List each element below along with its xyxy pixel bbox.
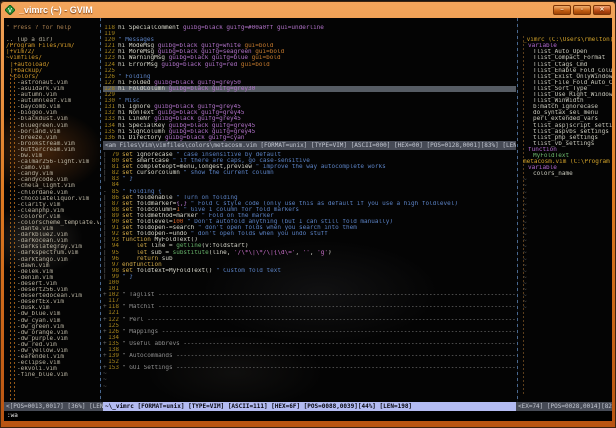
editor-pane-vimrc[interactable]: | 79 set ignorecase " case insensitive by … [103, 150, 516, 402]
code-line: ~ [103, 383, 107, 390]
status-row: <[POS=0013,0017] [36%] [LEN=145] ~\_vimr… [4, 402, 612, 411]
statusline-metacosm: <am Files\Vim\vimfiles\colors\metacosm.v… [103, 141, 516, 150]
command-line[interactable]: :wa [4, 411, 612, 421]
minimize-button[interactable]: – [553, 4, 571, 15]
title-bar[interactable]: V _vimrc (~) - GVIM – ▫ ✕ [0, 1, 616, 18]
code-line: +153 " GUI Settings ---------------------… [103, 365, 516, 372]
code-line: +135 " Useful abbrevs -------------------… [103, 340, 516, 347]
split-windows: " Press ? for help .. (up a dir)/Program… [4, 18, 612, 402]
statusline-vimrc-active: ~\_vimrc [FORMAT=unix] [TYPE=VIM] [ASCII… [103, 402, 516, 411]
code-line: +126 " Mappings -------------------------… [103, 328, 516, 335]
center-column: 118 hi SpecialComment guibg=black guifg=#… [103, 18, 516, 402]
close-button[interactable]: ✕ [593, 4, 611, 15]
maximize-button[interactable]: ▫ [573, 4, 591, 15]
window-controls: – ▫ ✕ [553, 4, 611, 15]
nerdtree-list: " Press ? for help .. (up a dir)/Program… [4, 18, 99, 402]
gvim-client-area: " Press ? for help .. (up a dir)/Program… [4, 18, 612, 421]
taglist-item[interactable]: ~ [520, 305, 612, 311]
screen: V _vimrc (~) - GVIM – ▫ ✕ " Press ? for … [0, 0, 616, 428]
statusline-taglist: <EX=74] [POS=0028,0014][82%] [LEN=24] [516, 402, 612, 411]
code-line: +118 " Matchit --------------------------… [103, 304, 516, 311]
code-line: +102 " Taglist --------------------------… [103, 292, 516, 299]
line-number: 136 [104, 134, 115, 141]
file-tree-pane[interactable]: " Press ? for help .. (up a dir)/Program… [4, 18, 99, 402]
svg-text:V: V [8, 8, 12, 14]
statusline-tree: <[POS=0013,0017] [36%] [LEN=145] [4, 402, 103, 411]
window-title: _vimrc (~) - GVIM [19, 4, 93, 15]
tree-item[interactable]: -fine_blue.vim [4, 372, 99, 378]
code-line: +122 " Perl -----------------------------… [103, 316, 516, 323]
editor-pane-metacosm[interactable]: 118 hi SpecialComment guibg=black guifg=#… [103, 18, 516, 141]
line-number: 153 [108, 365, 119, 372]
taglist-list: _vimrc (C:\Users\rmelton) variable Tlist_A… [520, 18, 612, 402]
taglist-pane[interactable]: _vimrc (C:\Users\rmelton) variable Tlist_A… [520, 18, 612, 402]
gvim-window: V _vimrc (~) - GVIM – ▫ ✕ " Press ? for … [0, 1, 616, 428]
vim-icon: V [5, 4, 15, 15]
code-line: 136 hi Directory guibg=black guifg=cyan [104, 134, 245, 141]
code-line: +139 " Autocommands ---------------------… [103, 353, 516, 360]
